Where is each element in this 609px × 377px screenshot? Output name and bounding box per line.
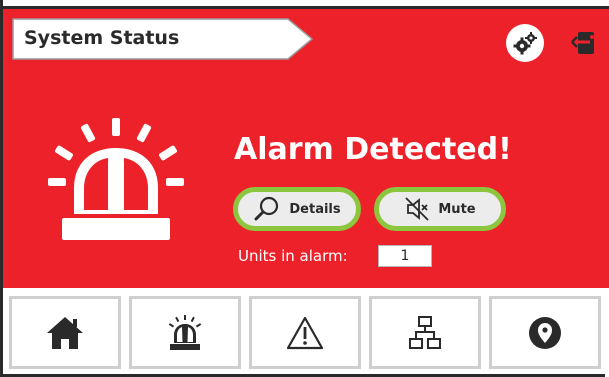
bottom-nav bbox=[9, 296, 609, 369]
alarm-beacon-icon bbox=[48, 118, 184, 240]
logout-icon bbox=[571, 32, 594, 54]
magnifier-icon bbox=[254, 196, 279, 221]
details-button[interactable]: Details bbox=[233, 187, 361, 231]
speaker-mute-icon bbox=[405, 197, 430, 221]
gears-icon bbox=[513, 32, 537, 55]
logout-button[interactable] bbox=[568, 24, 604, 60]
units-in-alarm-value: 1 bbox=[378, 245, 432, 267]
network-icon bbox=[409, 315, 441, 349]
home-icon bbox=[47, 316, 83, 349]
units-in-alarm-label: Units in alarm: bbox=[238, 247, 348, 265]
title-tab: System Status bbox=[12, 18, 314, 60]
nav-location[interactable] bbox=[489, 296, 601, 369]
details-label: Details bbox=[289, 201, 341, 217]
alarm-headline: Alarm Detected! bbox=[234, 132, 512, 167]
nav-home[interactable] bbox=[9, 296, 121, 369]
mute-button[interactable]: Mute bbox=[374, 187, 506, 231]
nav-network[interactable] bbox=[369, 296, 481, 369]
warning-icon bbox=[286, 316, 324, 349]
mute-label: Mute bbox=[438, 201, 476, 217]
nav-warnings[interactable] bbox=[249, 296, 361, 369]
location-icon bbox=[529, 316, 561, 349]
page-title: System Status bbox=[24, 27, 180, 49]
nav-alarms[interactable] bbox=[129, 296, 241, 369]
settings-button[interactable] bbox=[506, 24, 544, 62]
alarm-icon bbox=[168, 314, 202, 350]
